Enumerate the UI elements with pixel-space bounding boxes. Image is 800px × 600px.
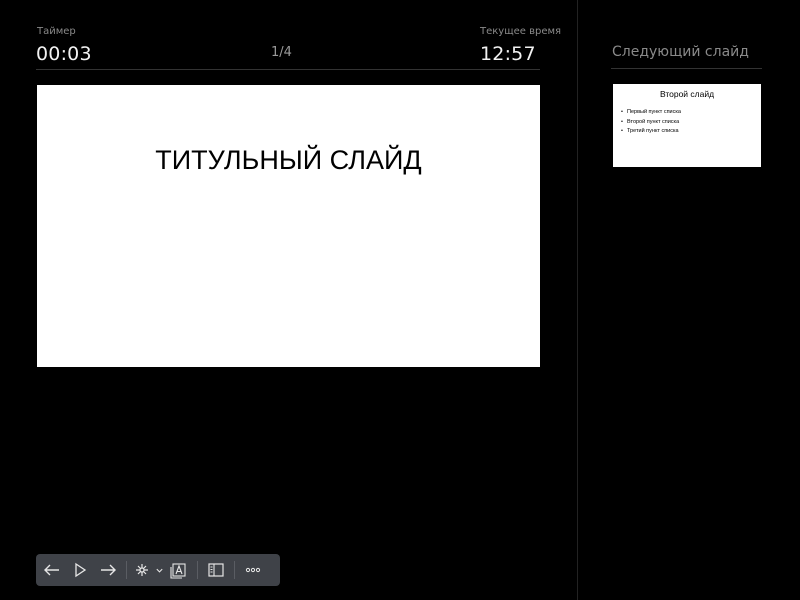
toolbar-separator <box>126 561 127 579</box>
next-slide-divider <box>611 68 762 69</box>
sidebar-toggle-button[interactable] <box>202 556 230 584</box>
next-slide-title: Второй слайд <box>659 89 715 99</box>
text-tool-button[interactable] <box>165 556 193 584</box>
next-slide-bullet: Второй пункт списка <box>621 118 681 128</box>
more-options-button[interactable] <box>239 556 267 584</box>
next-slide-bullets: Первый пункт списка Второй пункт списка … <box>621 108 681 137</box>
pane-divider <box>577 0 578 600</box>
next-slide-thumbnail[interactable]: Второй слайд Первый пункт списка Второй … <box>613 84 761 167</box>
arrow-right-icon <box>101 564 116 576</box>
toolbar-separator <box>234 561 235 579</box>
pointer-button[interactable] <box>131 556 153 584</box>
next-slide-button[interactable] <box>94 556 122 584</box>
more-icon <box>245 567 261 573</box>
clock-value: 12:57 <box>480 43 536 65</box>
toolbar-separator <box>197 561 198 579</box>
slide-counter: 1/4 <box>271 45 292 60</box>
previous-slide-button[interactable] <box>38 556 66 584</box>
pointer-icon <box>136 564 148 576</box>
text-icon <box>170 563 186 579</box>
play-button[interactable] <box>66 556 94 584</box>
chevron-down-icon <box>155 568 163 573</box>
timer-label: Таймер <box>37 26 76 37</box>
next-slide-bullet: Третий пункт списка <box>621 127 681 137</box>
current-slide-title: ТИТУЛЬНЫЙ СЛАЙД <box>155 145 422 175</box>
clock-label: Текущее время <box>480 26 562 37</box>
timer-value: 00:03 <box>36 43 92 65</box>
next-slide-bullet: Первый пункт списка <box>621 108 681 118</box>
header-divider <box>36 69 540 70</box>
current-slide[interactable]: ТИТУЛЬНЫЙ СЛАЙД <box>37 85 540 367</box>
play-icon <box>75 562 87 578</box>
sidebar-icon <box>208 563 224 577</box>
pointer-options-button[interactable] <box>153 556 165 584</box>
next-slide-heading: Следующий слайд <box>612 44 749 60</box>
presenter-toolbar <box>36 554 280 586</box>
arrow-left-icon <box>44 564 59 576</box>
